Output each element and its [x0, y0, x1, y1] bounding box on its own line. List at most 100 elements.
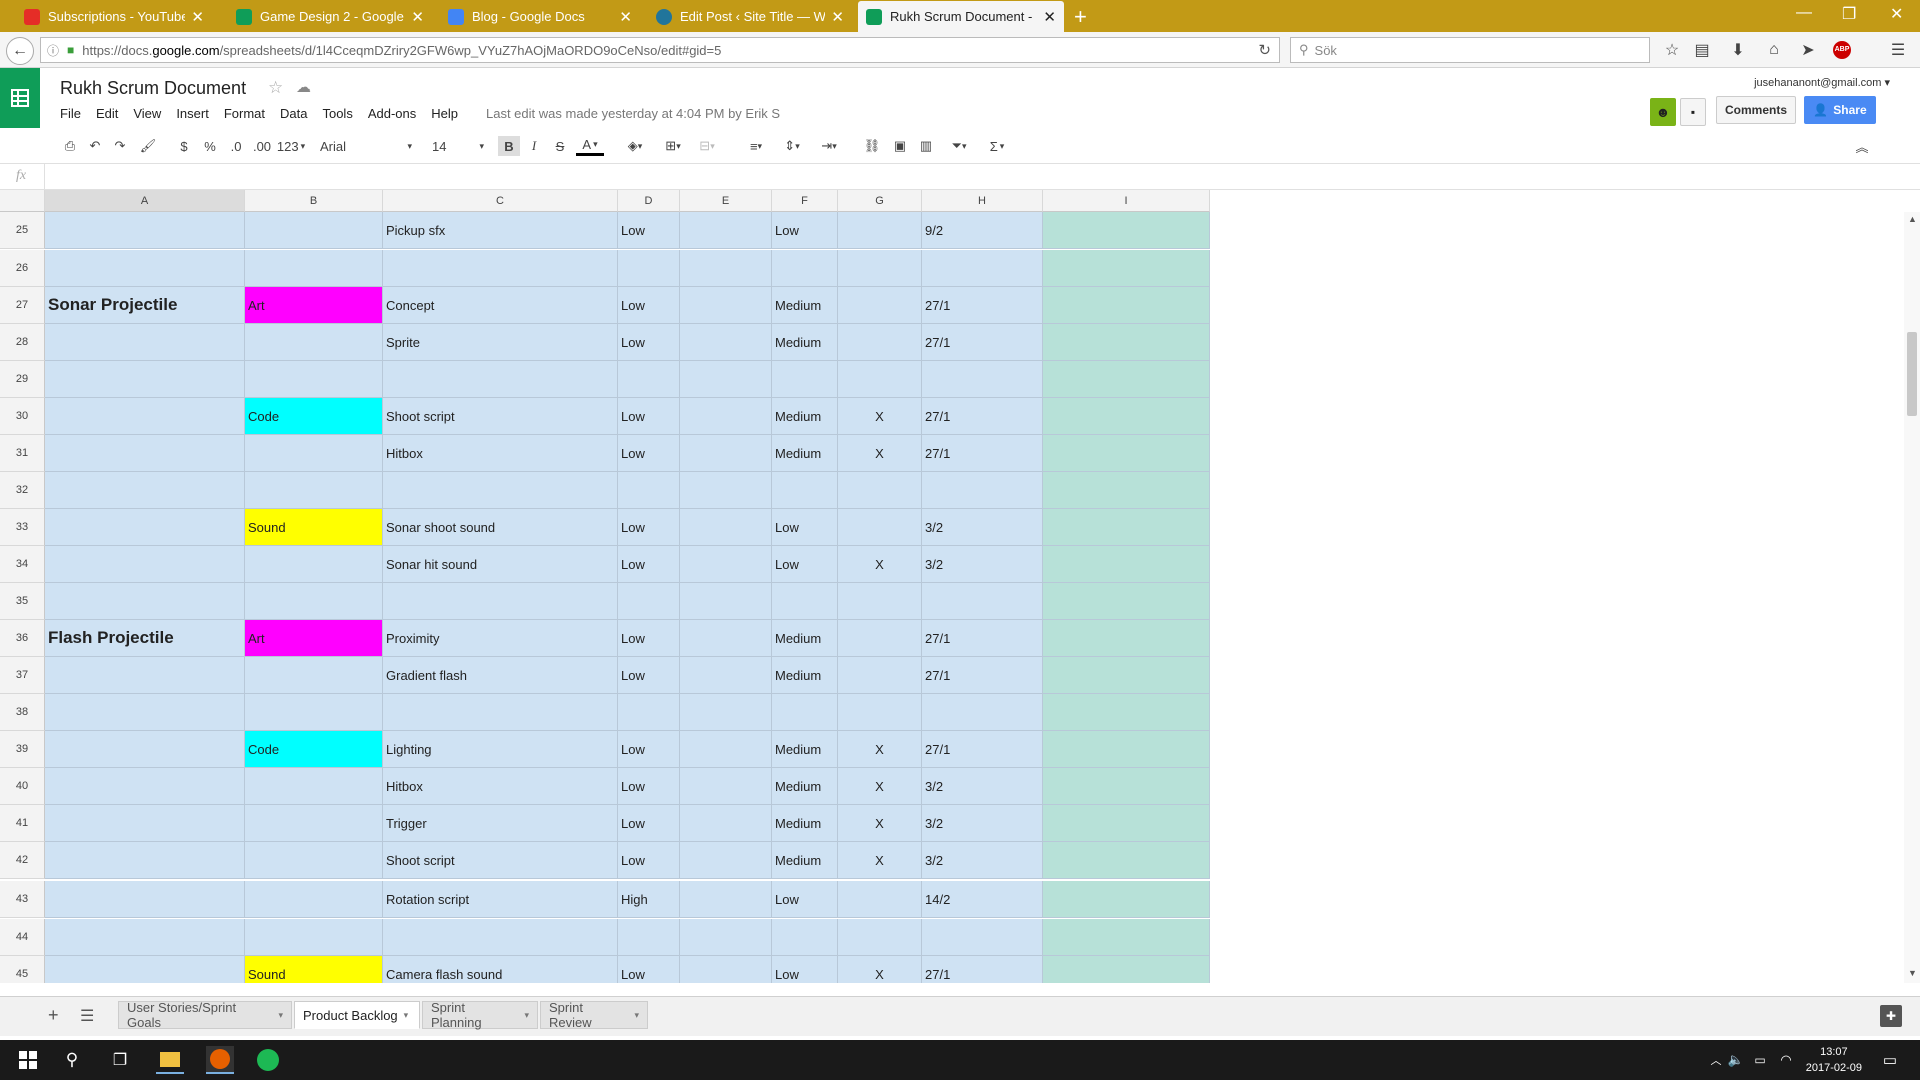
cell-b[interactable]: Code [245, 398, 383, 435]
chat-button[interactable]: ▪ [1680, 98, 1706, 126]
cell-a[interactable] [45, 212, 245, 249]
cell-b[interactable] [245, 546, 383, 583]
row-header[interactable]: 40 [0, 768, 45, 805]
browser-tab-game-design[interactable]: Game Design 2 - Google S... ✕ [228, 1, 432, 32]
cell-d[interactable]: Low [618, 956, 680, 983]
sheet-tab-sprint-planning[interactable]: Sprint Planning ▾ [422, 1000, 538, 1030]
collapse-menu-icon[interactable]: ︽ [1852, 136, 1872, 156]
cell-i[interactable] [1043, 398, 1210, 435]
cell-i[interactable] [1043, 805, 1210, 842]
cell-b[interactable] [245, 361, 383, 398]
cell-i[interactable] [1043, 842, 1210, 879]
cell-e[interactable] [680, 768, 772, 805]
cell-b[interactable] [245, 657, 383, 694]
comments-button[interactable]: Comments [1716, 96, 1796, 124]
explore-icon[interactable]: ✚ [1880, 1005, 1902, 1027]
cell-c[interactable]: Hitbox [383, 768, 618, 805]
font-size-select[interactable]: 14 ▾ [432, 136, 484, 156]
row-header[interactable]: 37 [0, 657, 45, 694]
sheet-tab-product-backlog[interactable]: Product Backlog ▾ [294, 1001, 420, 1029]
column-header-b[interactable]: B [245, 190, 383, 212]
cell-e[interactable] [680, 287, 772, 324]
cell-h[interactable] [922, 583, 1043, 620]
menu-edit[interactable]: Edit [96, 106, 118, 121]
menu-add-ons[interactable]: Add-ons [368, 106, 416, 121]
reading-list-icon[interactable]: ▤ [1690, 38, 1714, 62]
cell-b[interactable] [245, 250, 383, 287]
windows-start-icon[interactable] [14, 1046, 42, 1074]
close-icon[interactable]: ✕ [619, 8, 632, 26]
battery-icon[interactable]: ▭ [1746, 1046, 1774, 1074]
vertical-align-icon[interactable]: ⇕ ▾ [780, 136, 804, 156]
cell-i[interactable] [1043, 919, 1210, 956]
bookmark-star-icon[interactable]: ☆ [1660, 38, 1684, 62]
cell-g[interactable] [838, 919, 922, 956]
paint-format-icon[interactable]: 🖌 [138, 136, 158, 156]
cell-c[interactable] [383, 694, 618, 731]
send-icon[interactable]: ➤ [1796, 38, 1820, 62]
add-sheet-button[interactable]: + [48, 1005, 59, 1026]
cell-i[interactable] [1043, 768, 1210, 805]
cell-g[interactable]: X [838, 805, 922, 842]
cell-e[interactable] [680, 842, 772, 879]
home-icon[interactable]: ⌂ [1762, 38, 1786, 62]
cell-d[interactable]: Low [618, 657, 680, 694]
account-email[interactable]: jusehananont@gmail.com ▾ [1754, 76, 1890, 89]
cell-f[interactable]: Medium [772, 435, 838, 472]
cell-f[interactable]: Low [772, 546, 838, 583]
close-icon[interactable]: ✕ [411, 8, 424, 26]
cell-c[interactable]: Rotation script [383, 881, 618, 918]
cell-c[interactable]: Proximity [383, 620, 618, 657]
vertical-scrollbar[interactable]: ▲ ▼ [1904, 212, 1920, 983]
avatar[interactable]: ☻ [1650, 98, 1676, 126]
column-header-e[interactable]: E [680, 190, 772, 212]
cell-a[interactable] [45, 250, 245, 287]
sheets-logo-icon[interactable] [0, 68, 40, 128]
cell-b[interactable]: Art [245, 620, 383, 657]
cell-d[interactable]: Low [618, 731, 680, 768]
cell-f[interactable] [772, 361, 838, 398]
column-header-c[interactable]: C [383, 190, 618, 212]
cell-h[interactable] [922, 694, 1043, 731]
cell-a[interactable] [45, 805, 245, 842]
more-formats-button[interactable]: 123 ▾ [276, 136, 306, 156]
cell-h[interactable]: 27/1 [922, 731, 1043, 768]
cell-d[interactable]: Low [618, 398, 680, 435]
cell-d[interactable]: Low [618, 620, 680, 657]
cell-i[interactable] [1043, 435, 1210, 472]
cell-g[interactable] [838, 620, 922, 657]
row-header[interactable]: 34 [0, 546, 45, 583]
minimize-icon[interactable]: — [1796, 4, 1812, 22]
cell-i[interactable] [1043, 731, 1210, 768]
cell-h[interactable]: 27/1 [922, 287, 1043, 324]
filter-icon[interactable]: ⏷ ▾ [944, 136, 974, 156]
cell-d[interactable]: Low [618, 287, 680, 324]
back-button[interactable]: ← [6, 37, 34, 65]
cell-a[interactable] [45, 881, 245, 918]
cell-i[interactable] [1043, 361, 1210, 398]
cell-a[interactable] [45, 435, 245, 472]
scroll-thumb[interactable] [1907, 332, 1917, 416]
cell-g[interactable]: X [838, 842, 922, 879]
row-header[interactable]: 44 [0, 919, 45, 956]
wifi-icon[interactable]: ◠ [1772, 1046, 1800, 1074]
cell-b[interactable] [245, 472, 383, 509]
cell-i[interactable] [1043, 287, 1210, 324]
cell-a[interactable] [45, 657, 245, 694]
cell-g[interactable] [838, 212, 922, 249]
restore-icon[interactable]: ❐ [1842, 4, 1856, 24]
sheet-tab-user-stories[interactable]: User Stories/Sprint Goals ▾ [118, 1000, 292, 1030]
cell-c[interactable] [383, 250, 618, 287]
cell-h[interactable]: 14/2 [922, 881, 1043, 918]
font-family-select[interactable]: Arial ▾ [320, 136, 412, 156]
cell-d[interactable]: Low [618, 324, 680, 361]
cell-h[interactable] [922, 472, 1043, 509]
column-header-f[interactable]: F [772, 190, 838, 212]
cell-a[interactable] [45, 398, 245, 435]
cell-g[interactable] [838, 250, 922, 287]
cell-e[interactable] [680, 509, 772, 546]
cell-e[interactable] [680, 546, 772, 583]
cell-g[interactable] [838, 881, 922, 918]
cell-f[interactable]: Low [772, 881, 838, 918]
firefox-icon[interactable] [206, 1046, 234, 1074]
